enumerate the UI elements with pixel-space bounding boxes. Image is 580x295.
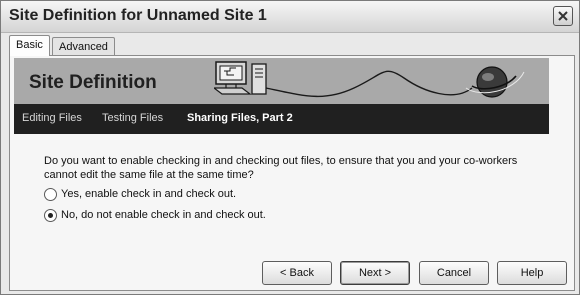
wizard-steps: Editing Files Testing Files Sharing File… — [14, 104, 549, 134]
radio-selected-dot — [48, 212, 53, 218]
basic-tab-panel: Site Definition Editing Files Testing Fi… — [9, 55, 575, 291]
step-sharing-files-part-2: Sharing Files, Part 2 — [187, 112, 293, 124]
next-button[interactable]: Next > — [340, 261, 410, 285]
close-button[interactable] — [553, 6, 573, 26]
tab-strip: Basic Advanced — [9, 35, 575, 56]
step-editing-files: Editing Files — [22, 112, 82, 124]
window-title: Site Definition for Unnamed Site 1 — [9, 7, 267, 24]
option-disable-check-in[interactable]: No, do not enable check in and check out… — [44, 207, 266, 223]
tab-basic[interactable]: Basic — [9, 35, 50, 56]
check-in-question: Do you want to enable checking in and ch… — [44, 155, 518, 181]
title-bar: Site Definition for Unnamed Site 1 — [1, 1, 579, 33]
wizard-banner: Site Definition — [14, 58, 549, 104]
banner-title: Site Definition — [29, 72, 157, 93]
help-button[interactable]: Help — [497, 261, 567, 285]
option-enable-check-in[interactable]: Yes, enable check in and check out. — [44, 186, 236, 202]
radio-no[interactable] — [44, 208, 57, 222]
computer-cable-globe-illustration — [214, 61, 525, 98]
site-definition-dialog: Site Definition for Unnamed Site 1 Basic… — [0, 0, 580, 295]
option-no-label: No, do not enable check in and check out… — [61, 209, 266, 221]
radio-yes[interactable] — [44, 187, 57, 201]
cancel-button[interactable]: Cancel — [419, 261, 489, 285]
close-icon — [558, 11, 568, 21]
step-testing-files: Testing Files — [102, 112, 164, 124]
option-yes-label: Yes, enable check in and check out. — [61, 188, 237, 200]
back-button[interactable]: < Back — [262, 261, 332, 285]
tab-advanced[interactable]: Advanced — [52, 37, 115, 55]
